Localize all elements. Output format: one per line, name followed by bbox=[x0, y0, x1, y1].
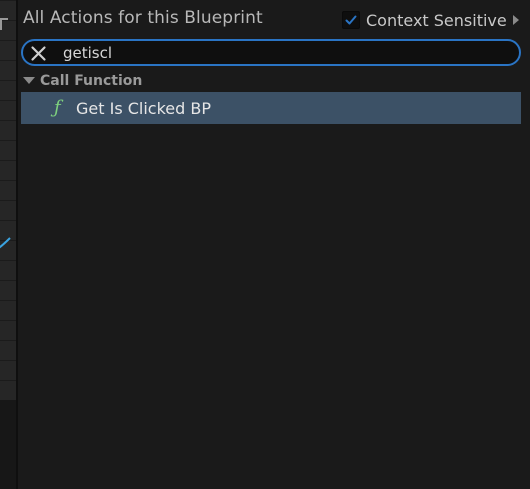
search-input[interactable] bbox=[63, 42, 503, 63]
graph-node-fragment bbox=[0, 18, 8, 30]
category-label: Call Function bbox=[40, 72, 143, 89]
action-menu-title: All Actions for this Blueprint bbox=[23, 8, 263, 28]
search-box bbox=[21, 39, 521, 66]
function-icon: ƒ bbox=[54, 97, 61, 118]
action-item-get-is-clicked-bp[interactable]: ƒ Get Is Clicked BP bbox=[21, 92, 521, 124]
action-menu-panel: All Actions for this Blueprint Context S… bbox=[16, 0, 530, 489]
action-item-label: Get Is Clicked BP bbox=[76, 99, 212, 118]
context-sensitive-toggle[interactable]: Context Sensitive bbox=[342, 9, 519, 31]
blueprint-graph-background bbox=[0, 0, 16, 489]
context-sensitive-label: Context Sensitive bbox=[366, 10, 507, 30]
close-icon[interactable] bbox=[30, 45, 47, 62]
chevron-down-icon[interactable] bbox=[23, 77, 35, 84]
category-call-function[interactable]: Call Function bbox=[21, 71, 521, 90]
checkmark-icon bbox=[345, 15, 357, 25]
graph-wire bbox=[0, 237, 11, 249]
graph-shadow-region bbox=[0, 400, 16, 489]
chevron-right-icon[interactable] bbox=[512, 15, 519, 25]
context-sensitive-checkbox[interactable] bbox=[342, 11, 360, 29]
action-menu-header: All Actions for this Blueprint Context S… bbox=[18, 0, 530, 38]
